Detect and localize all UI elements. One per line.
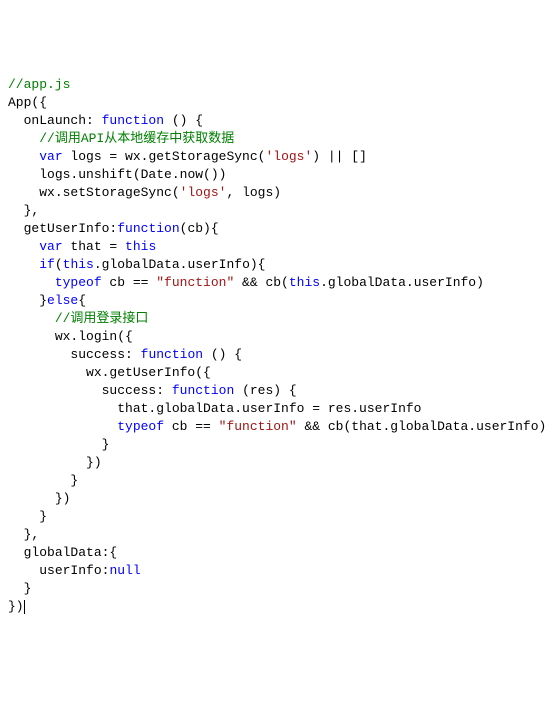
- token-kw: var: [39, 149, 62, 164]
- token-str: 'logs': [180, 185, 227, 200]
- token-plain: wx.getUserInfo({: [86, 365, 211, 380]
- token-kw: null: [109, 563, 140, 578]
- token-plain: }: [102, 437, 110, 452]
- token-plain: that =: [63, 239, 125, 254]
- code-block: //app.js App({ onLaunch: function () { //…: [8, 76, 550, 616]
- token-ref: this: [289, 275, 320, 290]
- token-kw: function: [141, 347, 203, 362]
- code-line: }): [8, 454, 550, 472]
- token-plain: }: [70, 473, 78, 488]
- code-line: App({: [8, 94, 550, 112]
- code-line: logs.unshift(Date.now()): [8, 166, 550, 184]
- code-line: typeof cb == "function" && cb(that.globa…: [8, 418, 550, 436]
- token-plain: }: [39, 293, 47, 308]
- code-line: //app.js: [8, 76, 550, 94]
- token-plain: (: [55, 257, 63, 272]
- token-kw: typeof: [117, 419, 164, 434]
- token-plain: success:: [102, 383, 172, 398]
- token-plain: success:: [70, 347, 140, 362]
- token-plain: () {: [164, 113, 203, 128]
- code-line: success: function () {: [8, 346, 550, 364]
- token-plain: wx.login({: [55, 329, 133, 344]
- code-line: success: function (res) {: [8, 382, 550, 400]
- token-plain: .globalData.userInfo){: [94, 257, 266, 272]
- code-line: },: [8, 526, 550, 544]
- token-ref: this: [125, 239, 156, 254]
- code-line: //调用登录接口: [8, 310, 550, 328]
- token-kw: if: [39, 257, 55, 272]
- token-plain: }): [8, 599, 24, 614]
- token-plain: }): [55, 491, 71, 506]
- code-line: that.globalData.userInfo = res.userInfo: [8, 400, 550, 418]
- token-plain: }: [24, 581, 32, 596]
- code-line: wx.getUserInfo({: [8, 364, 550, 382]
- token-plain: (res) {: [234, 383, 296, 398]
- token-ref: this: [63, 257, 94, 272]
- token-kw: function: [102, 113, 164, 128]
- token-str: "function": [156, 275, 234, 290]
- token-plain: cb ==: [164, 419, 219, 434]
- code-line: var logs = wx.getStorageSync('logs') || …: [8, 148, 550, 166]
- token-plain: }: [39, 509, 47, 524]
- token-plain: onLaunch:: [24, 113, 102, 128]
- code-line: }: [8, 472, 550, 490]
- code-line: wx.login({: [8, 328, 550, 346]
- code-line: typeof cb == "function" && cb(this.globa…: [8, 274, 550, 292]
- code-line: globalData:{: [8, 544, 550, 562]
- token-plain: logs = wx.getStorageSync(: [63, 149, 266, 164]
- token-plain: cb ==: [102, 275, 157, 290]
- token-plain: , logs): [226, 185, 281, 200]
- token-plain: wx.setStorageSync(: [39, 185, 179, 200]
- code-line: //调用API从本地缓存中获取数据: [8, 130, 550, 148]
- code-line: },: [8, 202, 550, 220]
- token-plain: App({: [8, 95, 47, 110]
- token-plain: logs.unshift(Date.now()): [39, 167, 226, 182]
- token-plain: {: [78, 293, 86, 308]
- token-plain: && cb(that.globalData.userInfo): [297, 419, 547, 434]
- token-str: 'logs': [265, 149, 312, 164]
- token-cmt: //调用登录接口: [55, 311, 149, 326]
- token-plain: .globalData.userInfo): [320, 275, 484, 290]
- token-plain: },: [24, 203, 40, 218]
- token-cmt: //app.js: [8, 77, 70, 92]
- code-line: }: [8, 436, 550, 454]
- token-kw: function: [117, 221, 179, 236]
- code-line: if(this.globalData.userInfo){: [8, 256, 550, 274]
- code-line: getUserInfo:function(cb){: [8, 220, 550, 238]
- token-kw: var: [39, 239, 62, 254]
- token-kw: function: [172, 383, 234, 398]
- token-plain: (cb){: [180, 221, 219, 236]
- token-plain: }): [86, 455, 102, 470]
- code-line: }): [8, 598, 550, 616]
- token-plain: that.globalData.userInfo = res.userInfo: [117, 401, 421, 416]
- code-line: }): [8, 490, 550, 508]
- token-plain: && cb(: [234, 275, 289, 290]
- text-cursor: [24, 600, 25, 614]
- token-plain: ) || []: [312, 149, 367, 164]
- token-plain: getUserInfo:: [24, 221, 118, 236]
- code-line: }: [8, 580, 550, 598]
- code-line: }else{: [8, 292, 550, 310]
- token-plain: globalData:{: [24, 545, 118, 560]
- code-line: }: [8, 508, 550, 526]
- token-kw: typeof: [55, 275, 102, 290]
- token-str: "function": [219, 419, 297, 434]
- token-plain: () {: [203, 347, 242, 362]
- code-line: userInfo:null: [8, 562, 550, 580]
- code-line: var that = this: [8, 238, 550, 256]
- token-cmt: //调用API从本地缓存中获取数据: [39, 131, 234, 146]
- token-plain: },: [24, 527, 40, 542]
- code-line: wx.setStorageSync('logs', logs): [8, 184, 550, 202]
- token-plain: userInfo:: [39, 563, 109, 578]
- code-line: onLaunch: function () {: [8, 112, 550, 130]
- token-kw: else: [47, 293, 78, 308]
